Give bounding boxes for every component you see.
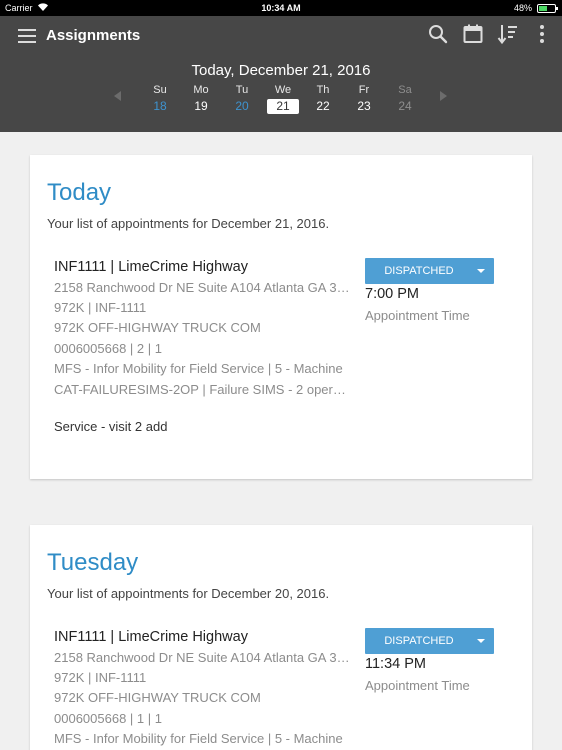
more-options-icon[interactable] <box>530 22 554 46</box>
appointment-model: 972K | INF-1111 <box>54 300 147 315</box>
calendar-icon[interactable] <box>461 22 485 46</box>
chevron-down-icon <box>477 639 485 643</box>
appointment-service-type: MFS - Infor Mobility for Field Service |… <box>54 361 343 376</box>
appointment-equipment: 972K OFF-HIGHWAY TRUCK COM <box>54 690 261 705</box>
section-subheading: Your list of appointments for December 2… <box>47 216 330 231</box>
status-label: DISPATCHED <box>384 265 454 277</box>
page-title: Assignments <box>46 27 141 44</box>
status-label: DISPATCHED <box>384 635 454 647</box>
appointment-equipment: 972K OFF-HIGHWAY TRUCK COM <box>54 320 261 335</box>
next-week-icon[interactable] <box>440 91 447 101</box>
clock: 10:34 AM <box>261 3 301 13</box>
day-sunday[interactable]: Su 18 <box>143 84 177 114</box>
date-heading: Today, December 21, 2016 <box>191 62 371 79</box>
appointment-failure: CAT-FAILURESIMS-2OP | Failure SIMS - 2 o… <box>54 382 352 397</box>
chevron-down-icon <box>477 269 485 273</box>
appointment-service-type: MFS - Infor Mobility for Field Service |… <box>54 731 343 746</box>
appointment-address: 2158 Ranchwood Dr NE Suite A104 Atlanta … <box>54 650 352 665</box>
appointment-title[interactable]: INF1111 | LimeCrime Highway <box>54 259 248 275</box>
appointment-time-label: Appointment Time <box>365 678 470 693</box>
battery-percent: 48% <box>513 3 532 13</box>
day-thursday[interactable]: Th 22 <box>306 84 340 114</box>
status-dropdown-button[interactable]: DISPATCHED <box>365 628 494 654</box>
appointment-order: 0006005668 | 1 | 1 <box>54 711 162 726</box>
menu-icon[interactable] <box>18 28 38 44</box>
search-icon[interactable] <box>426 22 450 46</box>
status-bar: Carrier 10:34 AM 48% <box>0 0 562 16</box>
day-tuesday[interactable]: Tu 20 <box>225 84 259 114</box>
day-wednesday[interactable]: We 21 <box>266 84 300 114</box>
section-heading: Tuesday <box>47 549 139 576</box>
week-strip: Su 18 Mo 19 Tu 20 We 21 Th 22 Fr 23 Sa 24 <box>140 84 430 118</box>
app-bar: Assignments Today, December 21, 2016 Su 1… <box>0 16 562 132</box>
section-subheading: Your list of appointments for December 2… <box>47 586 330 601</box>
day-monday[interactable]: Mo 19 <box>184 84 218 114</box>
appointment-time: 7:00 PM <box>365 286 419 302</box>
section-heading: Today <box>47 179 112 206</box>
appointments-card-tuesday: Tuesday Your list of appointments for De… <box>30 525 532 750</box>
appointment-time-label: Appointment Time <box>365 308 470 323</box>
previous-week-icon[interactable] <box>114 91 121 101</box>
appointment-address: 2158 Ranchwood Dr NE Suite A104 Atlanta … <box>54 280 352 295</box>
appointment-title[interactable]: INF1111 | LimeCrime Highway <box>54 629 248 645</box>
appointment-model: 972K | INF-1111 <box>54 670 147 685</box>
day-friday[interactable]: Fr 23 <box>347 84 381 114</box>
appointment-time: 11:34 PM <box>365 656 426 672</box>
appointment-note: Service - visit 2 add <box>54 419 168 434</box>
appointment-order: 0006005668 | 2 | 1 <box>54 341 162 356</box>
status-dropdown-button[interactable]: DISPATCHED <box>365 258 494 284</box>
appointments-card-today: Today Your list of appointments for Dece… <box>30 155 532 479</box>
day-saturday[interactable]: Sa 24 <box>388 84 422 114</box>
battery-icon <box>537 4 558 13</box>
sort-icon[interactable] <box>496 22 520 46</box>
